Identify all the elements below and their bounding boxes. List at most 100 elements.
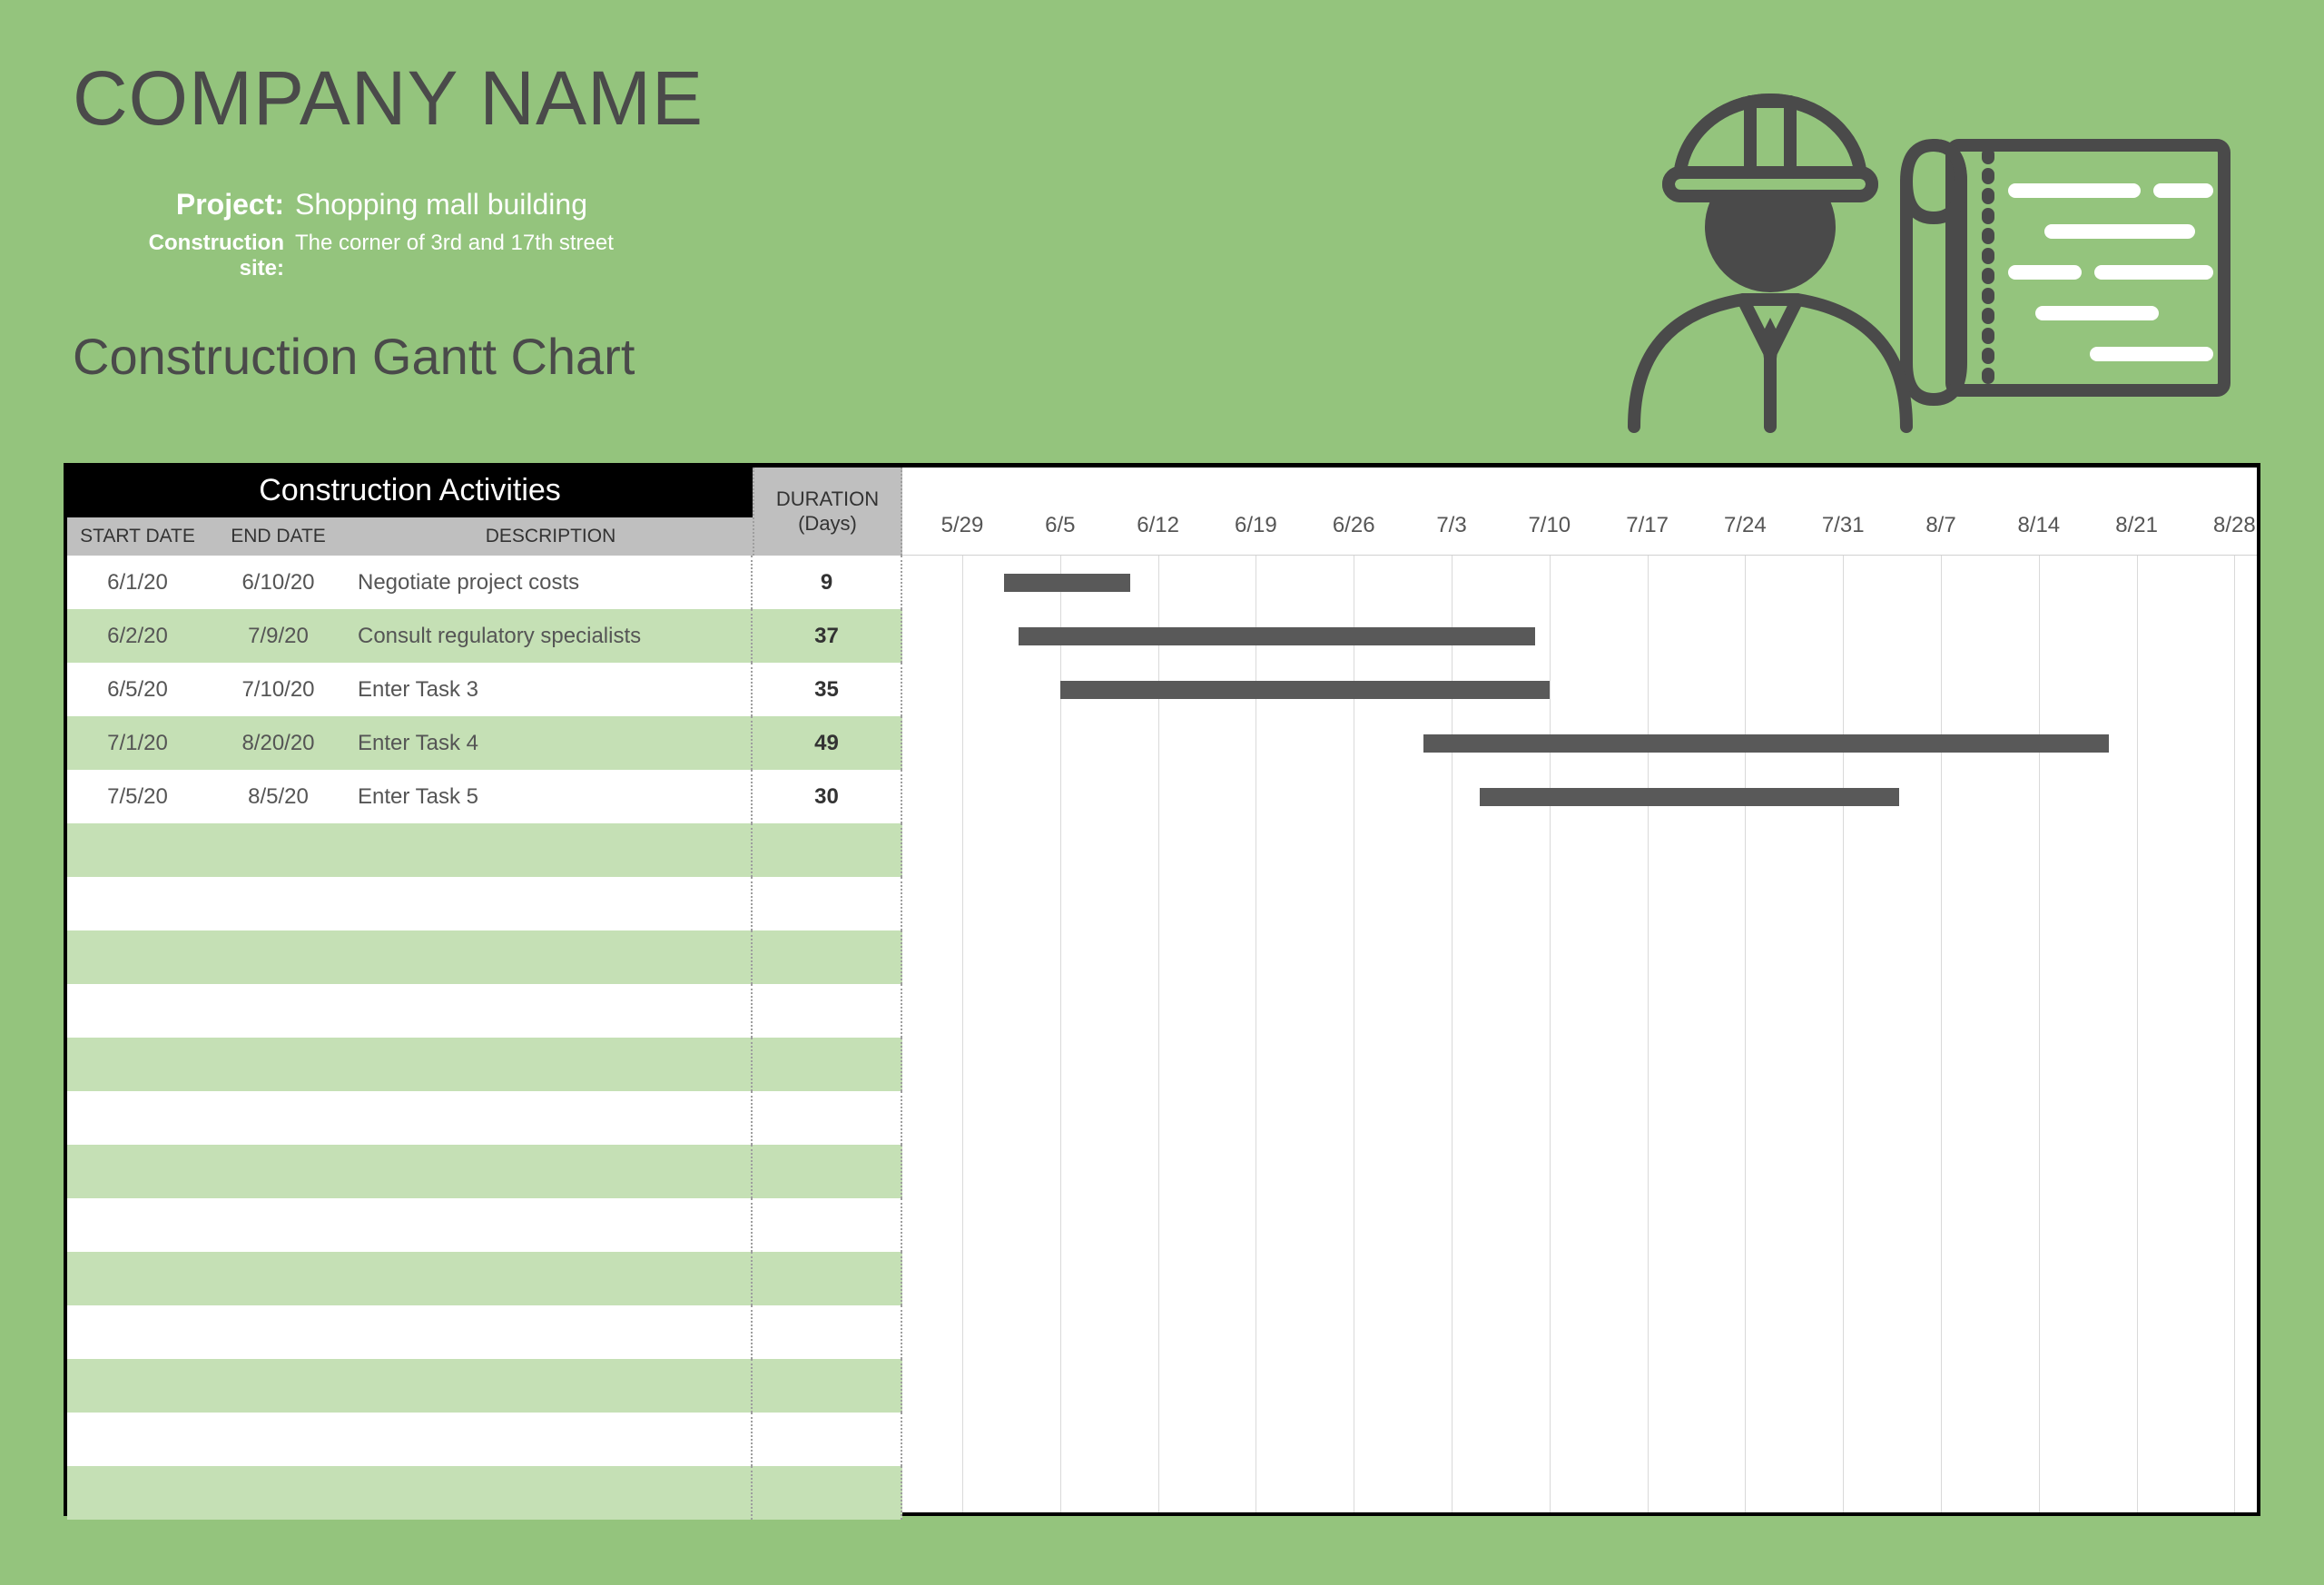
cell-start-date bbox=[67, 1359, 208, 1413]
bar-row bbox=[902, 1198, 2257, 1252]
axis-tick-label: 6/19 bbox=[1235, 513, 1277, 538]
cell-duration bbox=[751, 823, 901, 877]
cell-end-date bbox=[208, 984, 349, 1038]
axis-tick-label: 8/7 bbox=[1925, 513, 1955, 538]
cell-start-date bbox=[67, 1466, 208, 1520]
task-rows: 6/1/206/10/20Negotiate project costs96/2… bbox=[67, 556, 902, 1520]
col-header-duration: DURATION (Days) bbox=[753, 468, 902, 556]
cell-duration bbox=[751, 1413, 901, 1466]
axis-tick-label: 7/31 bbox=[1822, 513, 1865, 538]
col-header-start: START DATE bbox=[67, 517, 208, 556]
cell-end-date: 8/5/20 bbox=[208, 770, 349, 823]
bar-row bbox=[902, 1091, 2257, 1145]
cell-duration: 49 bbox=[751, 716, 901, 770]
cell-start-date: 6/2/20 bbox=[67, 609, 208, 663]
cell-start-date bbox=[67, 1145, 208, 1198]
page-header: COMPANY NAME Project: Shopping mall buil… bbox=[64, 54, 2260, 463]
cell-start-date bbox=[67, 823, 208, 877]
bar-row bbox=[902, 1145, 2257, 1198]
cell-description bbox=[349, 1198, 751, 1252]
axis-tick-label: 8/28 bbox=[2213, 513, 2256, 538]
cell-end-date bbox=[208, 1466, 349, 1520]
col-header-end: END DATE bbox=[208, 517, 349, 556]
cell-duration bbox=[751, 984, 901, 1038]
table-row: 6/2/207/9/20Consult regulatory specialis… bbox=[67, 609, 902, 663]
bar-row bbox=[902, 716, 2257, 770]
cell-end-date: 8/20/20 bbox=[208, 716, 349, 770]
cell-duration: 37 bbox=[751, 609, 901, 663]
cell-start-date bbox=[67, 1038, 208, 1091]
cell-end-date: 7/10/20 bbox=[208, 663, 349, 716]
cell-start-date bbox=[67, 1305, 208, 1359]
table-row bbox=[67, 1305, 902, 1359]
cell-description bbox=[349, 984, 751, 1038]
project-label: Project: bbox=[118, 188, 295, 222]
cell-duration bbox=[751, 1091, 901, 1145]
cell-description bbox=[349, 877, 751, 930]
cell-start-date bbox=[67, 877, 208, 930]
cell-duration bbox=[751, 1145, 901, 1198]
cell-duration bbox=[751, 1359, 901, 1413]
axis-tick-label: 8/21 bbox=[2115, 513, 2158, 538]
cell-description bbox=[349, 1359, 751, 1413]
cell-description bbox=[349, 1466, 751, 1520]
axis-tick-label: 6/26 bbox=[1333, 513, 1375, 538]
date-axis: 5/296/56/126/196/267/37/107/177/247/318/… bbox=[902, 468, 2257, 556]
bar-row bbox=[902, 770, 2257, 823]
bar-row bbox=[902, 1305, 2257, 1359]
axis-tick-label: 5/29 bbox=[941, 513, 984, 538]
axis-tick-label: 7/3 bbox=[1436, 513, 1466, 538]
cell-start-date bbox=[67, 1198, 208, 1252]
project-value: Shopping mall building bbox=[295, 188, 587, 222]
gantt-bars bbox=[902, 556, 2257, 1512]
bar-row bbox=[902, 1413, 2257, 1466]
bar-row bbox=[902, 609, 2257, 663]
cell-end-date bbox=[208, 1198, 349, 1252]
table-row bbox=[67, 1038, 902, 1091]
bar-row bbox=[902, 1466, 2257, 1512]
bar-row bbox=[902, 930, 2257, 984]
table-row bbox=[67, 877, 902, 930]
cell-end-date: 6/10/20 bbox=[208, 556, 349, 609]
table-row bbox=[67, 1466, 902, 1520]
cell-description: Enter Task 3 bbox=[349, 663, 751, 716]
gantt-bar bbox=[1480, 788, 1899, 806]
gantt-bar bbox=[1019, 627, 1536, 645]
cell-duration bbox=[751, 1305, 901, 1359]
site-label: Construction site: bbox=[118, 231, 295, 281]
bar-row bbox=[902, 877, 2257, 930]
table-row bbox=[67, 1252, 902, 1305]
cell-start-date bbox=[67, 1252, 208, 1305]
cell-end-date bbox=[208, 877, 349, 930]
cell-start-date: 6/1/20 bbox=[67, 556, 208, 609]
cell-start-date: 6/5/20 bbox=[67, 663, 208, 716]
bar-row bbox=[902, 823, 2257, 877]
cell-duration bbox=[751, 1198, 901, 1252]
cell-end-date bbox=[208, 1038, 349, 1091]
cell-start-date: 7/1/20 bbox=[67, 716, 208, 770]
cell-description bbox=[349, 1413, 751, 1466]
cell-duration bbox=[751, 930, 901, 984]
gantt-plot-area: 5/296/56/126/196/267/37/107/177/247/318/… bbox=[902, 468, 2257, 1512]
cell-description: Consult regulatory specialists bbox=[349, 609, 751, 663]
table-row bbox=[67, 984, 902, 1038]
bar-row bbox=[902, 1038, 2257, 1091]
table-row bbox=[67, 1145, 902, 1198]
cell-end-date bbox=[208, 1145, 349, 1198]
cell-start-date bbox=[67, 1413, 208, 1466]
table-row: 6/5/207/10/20Enter Task 335 bbox=[67, 663, 902, 716]
cell-duration: 9 bbox=[751, 556, 901, 609]
cell-start-date bbox=[67, 1091, 208, 1145]
gantt-bar bbox=[1004, 574, 1130, 592]
axis-tick-label: 6/12 bbox=[1137, 513, 1179, 538]
table-row: 6/1/206/10/20Negotiate project costs9 bbox=[67, 556, 902, 609]
cell-end-date bbox=[208, 823, 349, 877]
axis-tick-label: 7/10 bbox=[1528, 513, 1571, 538]
cell-description bbox=[349, 1145, 751, 1198]
table-row bbox=[67, 1413, 902, 1466]
cell-end-date bbox=[208, 1305, 349, 1359]
cell-description bbox=[349, 930, 751, 984]
table-row: 7/1/208/20/20Enter Task 449 bbox=[67, 716, 902, 770]
axis-tick-label: 6/5 bbox=[1045, 513, 1075, 538]
cell-duration bbox=[751, 1038, 901, 1091]
